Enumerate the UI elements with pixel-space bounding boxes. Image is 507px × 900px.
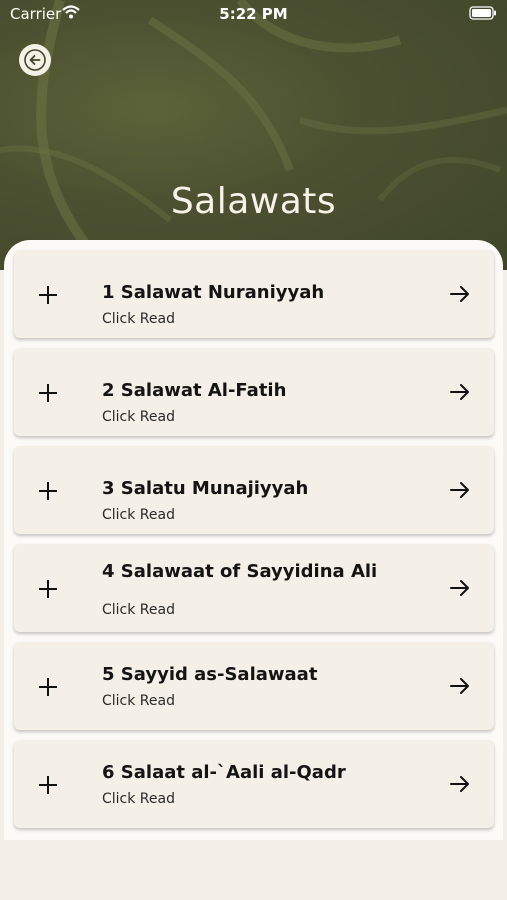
item-title: 2 Salawat Al-Fatih bbox=[102, 380, 287, 401]
item-subtitle: Click Read bbox=[102, 791, 175, 807]
status-bar: Carrier 5:22 PM bbox=[0, 0, 507, 28]
list-item[interactable]: 1 Salawat Nuraniyyah Click Read bbox=[14, 250, 494, 338]
item-subtitle: Click Read bbox=[102, 602, 175, 618]
arrow-right-icon[interactable] bbox=[449, 675, 471, 697]
item-subtitle: Click Read bbox=[102, 507, 175, 523]
item-title: 3 Salatu Munajiyyah bbox=[102, 478, 309, 499]
list-item[interactable]: 4 Salawaat of Sayyidina Ali Click Read bbox=[14, 544, 494, 632]
item-title: 5 Sayyid as-Salawaat bbox=[102, 664, 318, 685]
status-time: 5:22 PM bbox=[219, 5, 288, 23]
arrow-right-icon[interactable] bbox=[449, 283, 471, 305]
arrow-right-icon[interactable] bbox=[449, 773, 471, 795]
list-item[interactable]: 5 Sayyid as-Salawaat Click Read bbox=[14, 642, 494, 730]
plus-icon[interactable] bbox=[39, 776, 57, 794]
item-subtitle: Click Read bbox=[102, 409, 175, 425]
arrow-left-icon bbox=[24, 49, 46, 71]
arrow-right-icon[interactable] bbox=[449, 577, 471, 599]
plus-icon[interactable] bbox=[39, 580, 57, 598]
arrow-right-icon[interactable] bbox=[449, 479, 471, 501]
list-item[interactable]: 3 Salatu Munajiyyah Click Read bbox=[14, 446, 494, 534]
bottom-area bbox=[0, 840, 507, 900]
arrow-right-icon[interactable] bbox=[449, 381, 471, 403]
item-subtitle: Click Read bbox=[102, 311, 175, 327]
item-title: 4 Salawaat of Sayyidina Ali bbox=[102, 561, 378, 582]
decorative-background bbox=[0, 0, 507, 254]
plus-icon[interactable] bbox=[39, 384, 57, 402]
page-title: Salawats bbox=[170, 181, 337, 222]
header-banner: Carrier 5:22 PM Salawats bbox=[0, 0, 507, 270]
item-title: 6 Salaat al-`Aali al-Qadr bbox=[102, 762, 346, 783]
plus-icon[interactable] bbox=[39, 678, 57, 696]
back-button[interactable] bbox=[19, 44, 51, 76]
list-item[interactable]: 6 Salaat al-`Aali al-Qadr Click Read bbox=[14, 740, 494, 828]
battery-icon bbox=[469, 6, 497, 24]
list-panel: 1 Salawat Nuraniyyah Click Read 2 Salawa… bbox=[4, 240, 503, 840]
item-title: 1 Salawat Nuraniyyah bbox=[102, 282, 325, 303]
plus-icon[interactable] bbox=[39, 482, 57, 500]
list-item[interactable]: 2 Salawat Al-Fatih Click Read bbox=[14, 348, 494, 436]
item-subtitle: Click Read bbox=[102, 693, 175, 709]
plus-icon[interactable] bbox=[39, 286, 57, 304]
